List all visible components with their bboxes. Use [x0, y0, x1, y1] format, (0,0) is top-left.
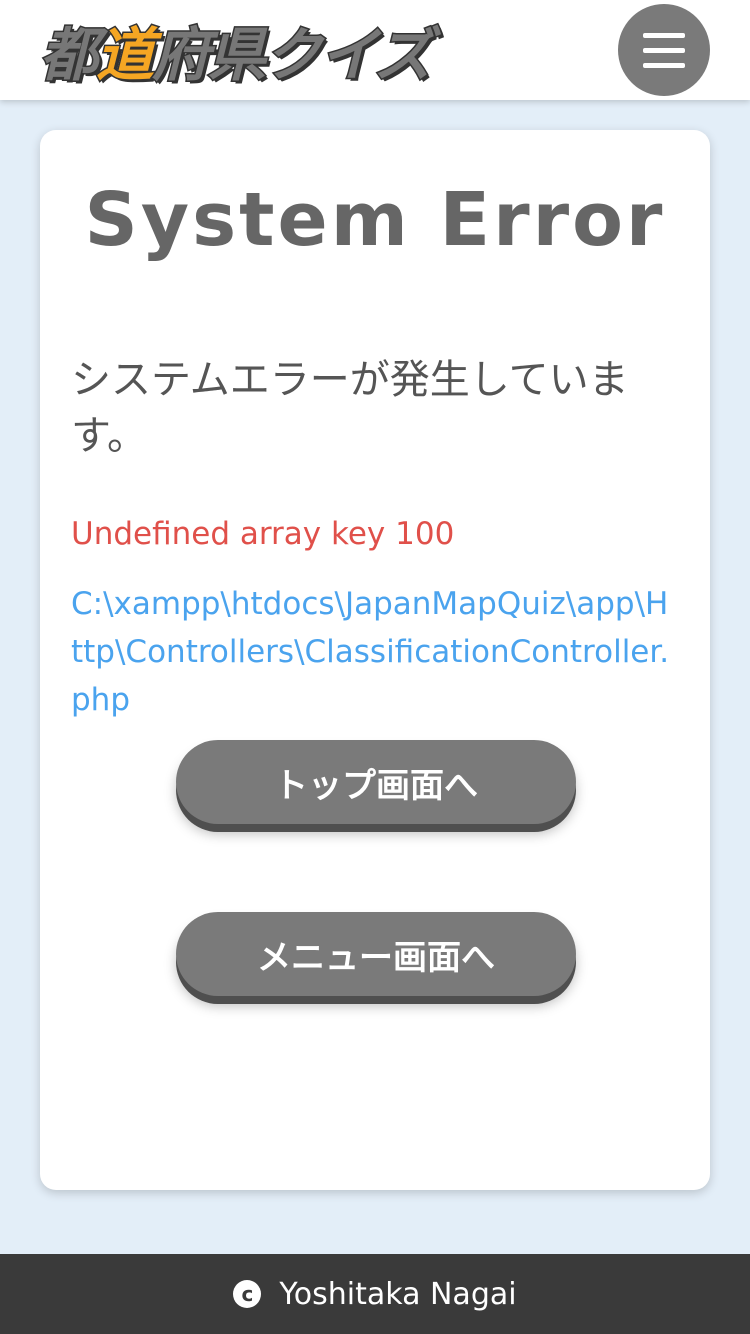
hamburger-menu-icon-bar-middle: [643, 48, 685, 53]
footer: c Yoshitaka Nagai: [0, 1254, 750, 1334]
hamburger-menu-icon-bar-top: [643, 33, 685, 38]
hamburger-menu-button[interactable]: [618, 4, 710, 96]
error-title: System Error: [84, 177, 666, 263]
go-to-menu-button[interactable]: メニュー画面へ: [176, 912, 576, 996]
go-to-top-button[interactable]: トップ画面へ: [176, 740, 576, 824]
app-logo[interactable]: 都道府県クイズ: [38, 10, 434, 91]
error-detail-message: Undefined array key 100: [71, 516, 455, 552]
footer-author: Yoshitaka Nagai: [279, 1276, 517, 1312]
logo-text-part1: 都: [38, 20, 99, 91]
app-header: 都道府県クイズ: [0, 0, 750, 100]
error-description: システムエラーが発生しています。: [71, 357, 629, 459]
logo-text-part2: 府県クイズ: [151, 20, 434, 91]
copyright-icon: c: [233, 1280, 262, 1308]
hamburger-menu-icon-bar-bottom: [643, 63, 685, 68]
logo-text-accent: 道: [95, 20, 156, 91]
error-file-path: C:\xampp\htdocs\JapanMapQuiz\app\Http\Co…: [71, 586, 670, 718]
